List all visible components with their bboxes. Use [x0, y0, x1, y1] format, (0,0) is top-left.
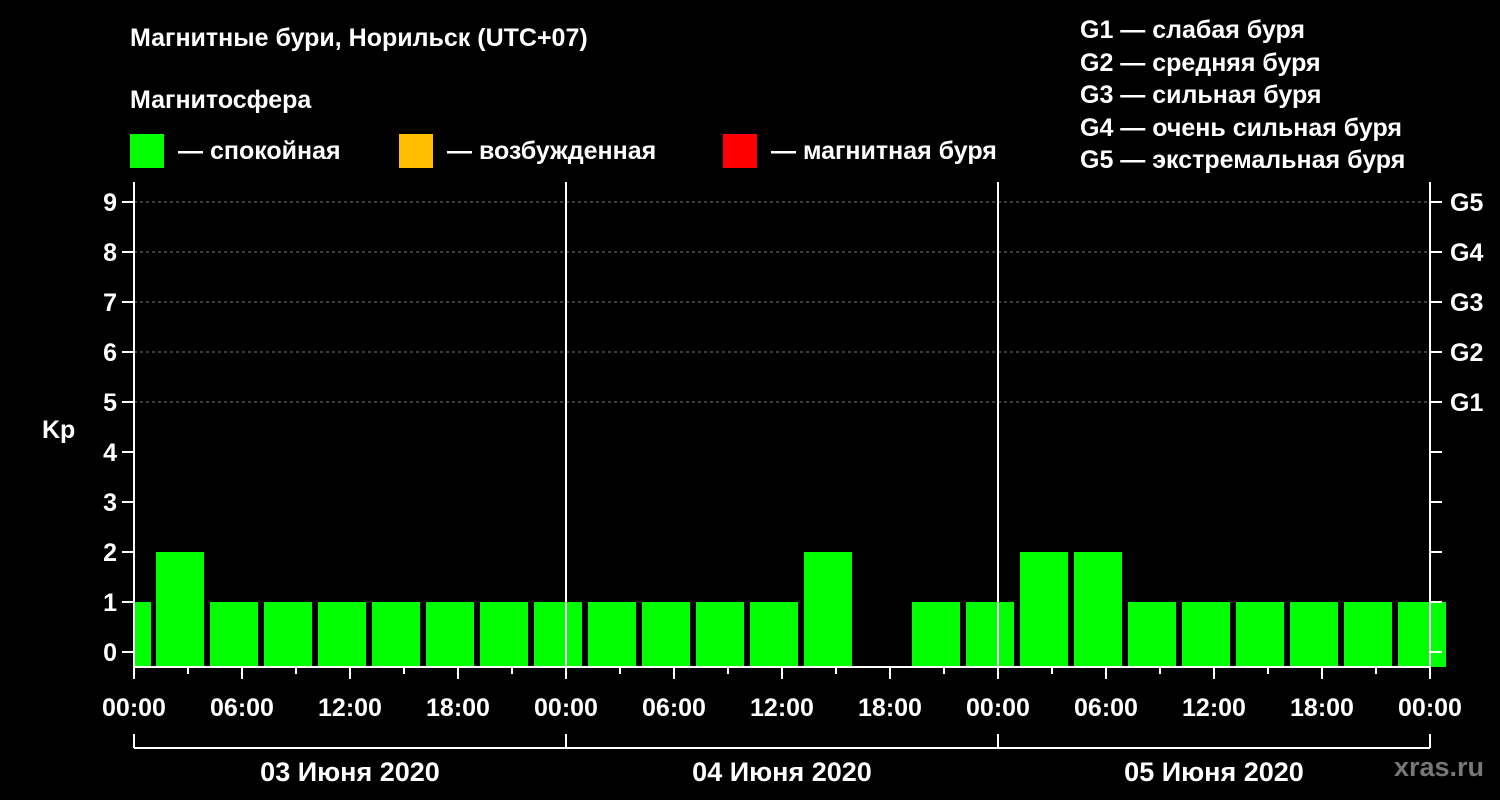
kp-chart: 0 1 2 3 4 5 6 7 8 9 G1 G2 G3 G4 G5 Kp 00:00 06:00 12:00 18:… — [42, 182, 1483, 787]
kp-bar — [696, 602, 744, 667]
y-axis-label: Kp — [42, 416, 75, 444]
x-tick-label: 06:00 — [210, 694, 274, 722]
watermark: xras.ru — [1393, 752, 1484, 782]
kp-bar — [534, 602, 582, 667]
kp-bar — [642, 602, 690, 667]
kp-bar — [912, 602, 960, 667]
storm-level-label: G4 — [1450, 239, 1483, 267]
x-tick-label: 12:00 — [750, 694, 814, 722]
x-tick-label: 00:00 — [1398, 694, 1462, 722]
day-label: 04 Июня 2020 — [692, 757, 872, 787]
y-tick-label: 5 — [103, 389, 117, 417]
x-tick-label: 12:00 — [318, 694, 382, 722]
storm-level-label: G2 — [1450, 339, 1483, 367]
storm-level-label: G3 — [1450, 289, 1483, 317]
kp-bar — [426, 602, 474, 667]
kp-bar — [1290, 602, 1338, 667]
x-tick-label: 18:00 — [426, 694, 490, 722]
x-tick-label: 06:00 — [1074, 694, 1138, 722]
kp-bar — [156, 552, 204, 667]
kp-bar — [1344, 602, 1392, 667]
y-tick-label: 9 — [103, 189, 117, 217]
day-label: 03 Июня 2020 — [260, 757, 440, 787]
x-tick-label: 06:00 — [642, 694, 706, 722]
kp-bar — [804, 552, 852, 667]
day-label: 05 Июня 2020 — [1124, 757, 1304, 787]
kp-bar — [210, 602, 258, 667]
kp-bar — [135, 602, 151, 667]
kp-bar — [1398, 602, 1446, 667]
kp-bar — [1236, 602, 1284, 667]
kp-bar — [1182, 602, 1230, 667]
y-tick-label: 6 — [103, 339, 117, 367]
storm-level-label: G5 — [1450, 189, 1483, 217]
kp-bar — [318, 602, 366, 667]
x-tick-label: 00:00 — [102, 694, 166, 722]
y-tick-label: 4 — [103, 439, 117, 467]
x-tick-label: 18:00 — [1290, 694, 1354, 722]
y-tick-label: 1 — [103, 589, 117, 617]
y-tick-label: 8 — [103, 239, 117, 267]
kp-bar — [372, 602, 420, 667]
kp-bar — [966, 602, 1014, 667]
kp-bar — [480, 602, 528, 667]
kp-bar — [588, 602, 636, 667]
y-tick-label: 2 — [103, 539, 117, 567]
y-tick-label: 7 — [103, 289, 117, 317]
x-tick-label: 00:00 — [966, 694, 1030, 722]
x-tick-label: 18:00 — [858, 694, 922, 722]
x-tick-label: 12:00 — [1182, 694, 1246, 722]
storm-level-label: G1 — [1450, 389, 1483, 417]
kp-bar — [1128, 602, 1176, 667]
kp-bar — [1020, 552, 1068, 667]
kp-bar — [750, 602, 798, 667]
y-tick-label: 3 — [103, 489, 117, 517]
kp-bar — [1074, 552, 1122, 667]
kp-bar — [264, 602, 312, 667]
y-tick-label: 0 — [103, 639, 117, 667]
x-tick-label: 00:00 — [534, 694, 598, 722]
